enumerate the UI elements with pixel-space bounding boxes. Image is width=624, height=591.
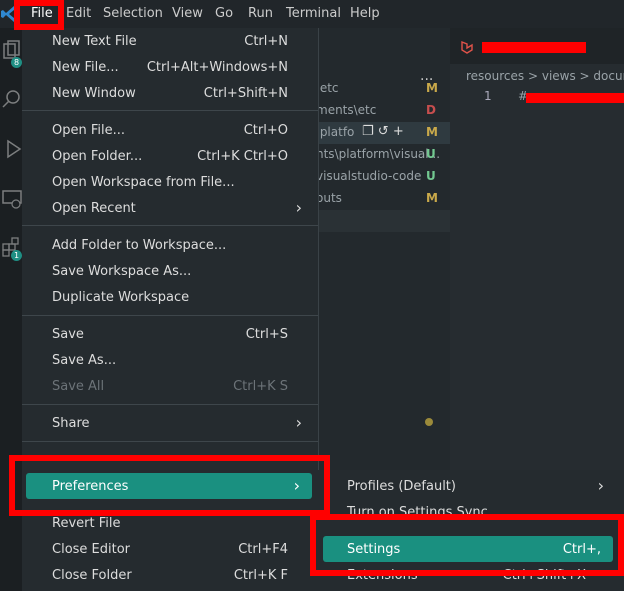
menu-item-open-file[interactable]: Open File... Ctrl+O: [22, 117, 318, 143]
menu-item-label: Duplicate Workspace: [52, 290, 190, 305]
menu-item-label: Close Editor: [52, 542, 131, 557]
file-name: .etc: [316, 81, 339, 95]
menu-item-open-recent[interactable]: Open Recent ›: [22, 195, 318, 221]
menu-item-label: Save As...: [52, 353, 117, 368]
file-name: outs: [316, 191, 342, 205]
menu-separator: [22, 441, 318, 442]
menu-item-close-editor[interactable]: Close Editor Ctrl+F4: [22, 536, 318, 562]
line-number: 1: [484, 89, 492, 103]
menu-item-label: Close Folder: [52, 568, 132, 583]
menu-item-save[interactable]: Save Ctrl+S: [22, 321, 318, 347]
menu-item-new-window[interactable]: New Window Ctrl+Shift+N: [22, 80, 318, 106]
redacted-code: [526, 93, 624, 103]
menu-run[interactable]: Run: [248, 6, 273, 21]
file-status: U: [426, 169, 436, 183]
stage-changes-icon[interactable]: +: [393, 124, 404, 139]
menu-item-label: New Text File: [52, 34, 137, 49]
file-name: nts\platform\visual...: [316, 147, 441, 161]
menu-item-label: Profiles (Default): [347, 479, 456, 494]
menu-item-label: Save: [52, 327, 84, 342]
menu-separator: [22, 315, 318, 316]
menu-item-label: Save Workspace As...: [52, 264, 192, 279]
chevron-right-icon: ›: [295, 413, 302, 432]
menu-item-close-folder[interactable]: Close Folder Ctrl+K F: [22, 562, 318, 588]
menu-view[interactable]: View: [172, 6, 203, 21]
chevron-right-icon: ›: [597, 476, 604, 495]
menu-item-new-file[interactable]: New File... Ctrl+Alt+Windows+N: [22, 54, 318, 80]
menu-item-label: New File...: [52, 60, 119, 75]
menu-item-label: Open Recent: [52, 201, 136, 216]
file-status: D: [426, 103, 436, 117]
menu-item-shortcut: Ctrl+Alt+Windows+N: [146, 60, 288, 75]
callout-preferences: [9, 455, 330, 516]
menu-item-label: Add Folder to Workspace...: [52, 238, 227, 253]
search-icon[interactable]: [2, 88, 22, 110]
file-name: visualstudio-code: [316, 169, 422, 183]
menu-item-open-workspace[interactable]: Open Workspace from File...: [22, 169, 318, 195]
menu-separator: [22, 225, 318, 226]
menu-item-save-workspace-as[interactable]: Save Workspace As...: [22, 258, 318, 284]
menu-item-label: Revert File: [52, 516, 121, 531]
extensions-badge: 1: [11, 250, 22, 261]
menu-item-save-as[interactable]: Save As...: [22, 347, 318, 373]
menu-item-shortcut: Ctrl+K Ctrl+O: [197, 149, 288, 164]
chevron-right-icon: ›: [295, 198, 302, 217]
menu-go[interactable]: Go: [215, 6, 233, 21]
menu-separator: [22, 404, 318, 405]
file-status: M: [426, 125, 438, 139]
menu-item-label: Share: [52, 416, 90, 431]
file-status: M: [426, 191, 438, 205]
redacted-tab-name: [482, 42, 586, 53]
source-control-badge: 8: [11, 57, 22, 68]
menu-item-label: Save All: [52, 379, 105, 394]
menu-separator: [22, 110, 318, 111]
row-actions: ❐ ↺ +: [362, 124, 404, 139]
discard-changes-icon[interactable]: ↺: [378, 124, 389, 139]
menu-item-shortcut: Ctrl+N: [244, 34, 288, 49]
menu-item-save-all: Save All Ctrl+K S: [22, 373, 318, 399]
menu-item-shortcut: Ctrl+K F: [233, 568, 288, 583]
menu-item-new-text-file[interactable]: New Text File Ctrl+N: [22, 28, 318, 54]
menu-terminal[interactable]: Terminal: [286, 6, 341, 21]
menu-help[interactable]: Help: [350, 6, 380, 21]
menu-item-open-folder[interactable]: Open Folder... Ctrl+K Ctrl+O: [22, 143, 318, 169]
menu-item-duplicate-workspace[interactable]: Duplicate Workspace: [22, 284, 318, 310]
editor-tab[interactable]: [450, 28, 624, 64]
menu-item-label: New Window: [52, 86, 136, 101]
menu-item-shortcut: Ctrl+K S: [233, 379, 288, 394]
menu-item-label: Open Folder...: [52, 149, 143, 164]
menu-item-shortcut: Ctrl+S: [245, 327, 288, 342]
submenu-item-profiles[interactable]: Profiles (Default) ›: [318, 473, 624, 499]
file-status: M: [426, 81, 438, 95]
callout-file-menu: [14, 0, 64, 30]
menu-item-shortcut: Ctrl+F4: [238, 542, 288, 557]
run-debug-icon[interactable]: [2, 138, 22, 160]
menu-selection[interactable]: Selection: [103, 6, 163, 21]
menu-item-label: Open File...: [52, 123, 126, 138]
file-status: U: [426, 147, 436, 161]
callout-settings: [310, 514, 624, 576]
menu-edit[interactable]: Edit: [66, 6, 91, 21]
menu-item-share[interactable]: Share ›: [22, 410, 318, 436]
menubar: File Edit Selection View Go Run Terminal…: [0, 0, 624, 28]
laravel-file-icon: [461, 40, 473, 54]
modified-dot-icon: [425, 418, 433, 426]
menu-item-label: Open Workspace from File...: [52, 175, 235, 190]
menu-item-shortcut: Ctrl+O: [243, 123, 288, 138]
file-name: .platfo: [316, 125, 355, 139]
open-file-icon[interactable]: ❐: [362, 124, 374, 139]
breadcrumb[interactable]: resources > views > docum: [466, 69, 624, 83]
file-name: ments\etc: [316, 103, 377, 117]
menu-item-shortcut: Ctrl+Shift+N: [203, 86, 288, 101]
menu-item-add-folder[interactable]: Add Folder to Workspace...: [22, 232, 318, 258]
remote-explorer-icon[interactable]: [2, 188, 22, 210]
